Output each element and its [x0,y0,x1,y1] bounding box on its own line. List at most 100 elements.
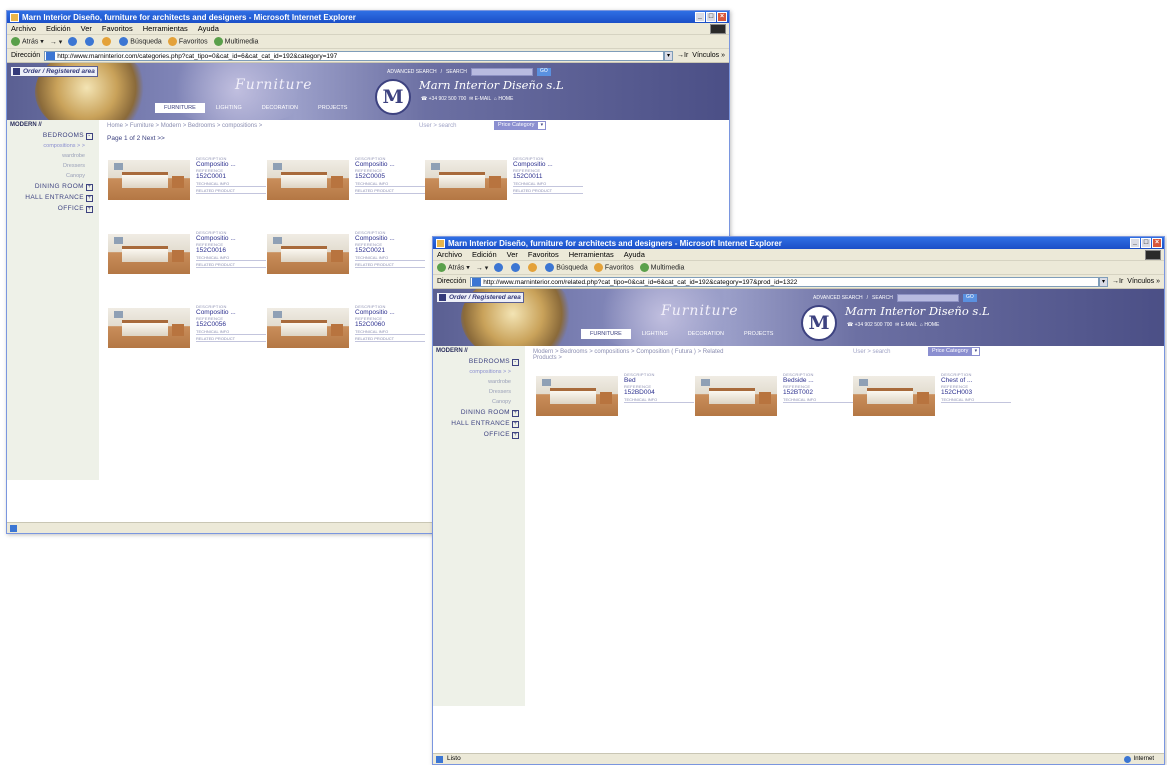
refresh-icon[interactable] [85,37,95,46]
sidebar-item-office[interactable]: OFFICE + [433,431,525,439]
technical-info-link[interactable]: TECHNICAL INFO [196,181,266,187]
order-registered-button[interactable]: Order / Registered area [436,292,524,303]
links-button[interactable]: Vínculos » [692,52,725,59]
menu-favoritos[interactable]: Favoritos [102,24,133,33]
stop-icon[interactable] [494,263,504,272]
product-photo[interactable] [108,234,190,274]
address-dropdown-icon[interactable]: ▾ [664,50,674,61]
related-product-link[interactable]: RELATED PRODUCT [513,188,583,194]
product-card[interactable]: DESCRIPTION Compositio ... REFERENCE 152… [108,154,268,210]
product-photo[interactable] [108,160,190,200]
tab-decoration[interactable]: DECORATION [253,103,307,113]
expand-icon[interactable]: + [512,410,519,417]
product-photo[interactable] [267,160,349,200]
maximize-button[interactable]: □ [1141,238,1151,248]
logo-monogram[interactable]: M [375,79,411,115]
advanced-search-link[interactable]: ADVANCED SEARCH [387,69,437,75]
related-product-card[interactable]: DESCRIPTION Bed REFERENCE 152BD004 TECHN… [536,370,696,426]
window-titlebar[interactable]: Marn Interior Diseño, furniture for arch… [7,11,729,23]
product-description[interactable]: Compositio ... [355,161,425,168]
menu-favoritos[interactable]: Favoritos [528,250,559,259]
sidebar-sub-wardrobe[interactable]: wardrobe [7,153,99,159]
refresh-icon[interactable] [511,263,521,272]
breadcrumb-line-2[interactable]: Products > [533,355,562,361]
technical-info-link[interactable]: TECHNICAL INFO [783,397,853,403]
product-card[interactable]: DESCRIPTION Compositio ... REFERENCE 152… [267,154,427,210]
email-link[interactable]: E-MAIL [475,96,491,102]
address-dropdown-icon[interactable]: ▾ [1099,276,1109,287]
related-product-link[interactable]: RELATED PRODUCT [196,336,266,342]
related-product-link[interactable]: RELATED PRODUCT [355,188,425,194]
product-card[interactable]: DESCRIPTION Compositio ... REFERENCE 152… [108,302,268,358]
product-photo[interactable] [853,376,935,416]
sidebar-sub-wardrobe[interactable]: wardrobe [433,379,525,385]
sidebar-item-hall-entrance[interactable]: HALL ENTRANCE + [7,194,99,202]
menu-ayuda[interactable]: Ayuda [198,24,219,33]
technical-info-link[interactable]: TECHNICAL INFO [355,255,425,261]
site-search-input[interactable] [896,294,959,302]
expand-icon[interactable]: + [86,184,93,191]
sidebar-sub-compositions[interactable]: compositions > > [433,369,525,375]
forward-button[interactable]: → ▾ [50,38,62,46]
technical-info-link[interactable]: TECHNICAL INFO [196,329,266,335]
site-search-go-button[interactable]: GO [962,294,977,302]
sidebar-sub-dressers[interactable]: Dressers [433,389,525,395]
menu-edicion[interactable]: Edición [46,24,71,33]
user-search-link[interactable]: User > search [853,349,891,355]
product-description[interactable]: Bed [624,377,694,384]
product-card[interactable]: DESCRIPTION Compositio ... REFERENCE 152… [267,228,427,284]
tab-projects[interactable]: PROJECTS [309,103,356,113]
site-search-input[interactable] [470,68,533,76]
product-card[interactable]: DESCRIPTION Compositio ... REFERENCE 152… [267,302,427,358]
product-photo[interactable] [267,234,349,274]
menu-herramientas[interactable]: Herramientas [143,24,188,33]
product-description[interactable]: Chest of ... [941,377,1011,384]
technical-info-link[interactable]: TECHNICAL INFO [355,329,425,335]
address-input[interactable]: http://www.marninterior.com/related.php?… [470,276,1100,287]
product-card[interactable]: DESCRIPTION Compositio ... REFERENCE 152… [425,154,585,210]
technical-info-link[interactable]: TECHNICAL INFO [624,397,694,403]
menu-ayuda[interactable]: Ayuda [624,250,645,259]
tab-decoration[interactable]: DECORATION [679,329,733,339]
home-icon[interactable] [102,37,112,46]
sidebar-item-bedrooms[interactable]: BEDROOMS - [433,358,525,366]
expand-icon[interactable]: + [86,206,93,213]
home-icon[interactable] [528,263,538,272]
search-button[interactable]: Búsqueda [545,263,588,272]
advanced-search-link[interactable]: ADVANCED SEARCH [813,295,863,301]
tab-projects[interactable]: PROJECTS [735,329,782,339]
sidebar-sub-canopy[interactable]: Canopy [7,173,99,179]
product-photo[interactable] [108,308,190,348]
go-button[interactable]: →Ir [1112,278,1123,285]
user-search-link[interactable]: User > search [419,123,457,129]
search-button[interactable]: Búsqueda [119,37,162,46]
tab-lighting[interactable]: LIGHTING [207,103,251,113]
expand-icon[interactable]: + [512,432,519,439]
pagination[interactable]: Page 1 of 2 Next >> [107,135,165,142]
product-description[interactable]: Compositio ... [355,235,425,242]
expand-icon[interactable]: - [512,359,519,366]
site-search-go-button[interactable]: GO [536,68,551,76]
related-product-card[interactable]: DESCRIPTION Chest of ... REFERENCE 152CH… [853,370,1013,426]
related-product-card[interactable]: DESCRIPTION Bedside ... REFERENCE 152BT0… [695,370,855,426]
price-category-select[interactable]: Price Category ▾ [928,347,981,356]
product-photo[interactable] [425,160,507,200]
home-link[interactable]: HOME [924,322,939,328]
technical-info-link[interactable]: TECHNICAL INFO [355,181,425,187]
product-photo[interactable] [267,308,349,348]
breadcrumb[interactable]: Home > Furniture > Modern > Bedrooms > c… [107,123,262,129]
technical-info-link[interactable]: TECHNICAL INFO [513,181,583,187]
sidebar-sub-dressers[interactable]: Dressers [7,163,99,169]
sidebar-item-dining-room[interactable]: DINING ROOM + [433,409,525,417]
expand-icon[interactable]: + [512,421,519,428]
product-description[interactable]: Bedside ... [783,377,853,384]
menu-herramientas[interactable]: Herramientas [569,250,614,259]
menu-ver[interactable]: Ver [81,24,92,33]
sidebar-item-bedrooms[interactable]: BEDROOMS - [7,132,99,140]
browser-window-related[interactable]: Marn Interior Diseño, furniture for arch… [432,236,1165,765]
sidebar-item-hall-entrance[interactable]: HALL ENTRANCE + [433,420,525,428]
product-description[interactable]: Compositio ... [355,309,425,316]
price-category-select[interactable]: Price Category ▾ [494,121,547,130]
close-button[interactable]: × [717,12,727,22]
menu-archivo[interactable]: Archivo [437,250,462,259]
